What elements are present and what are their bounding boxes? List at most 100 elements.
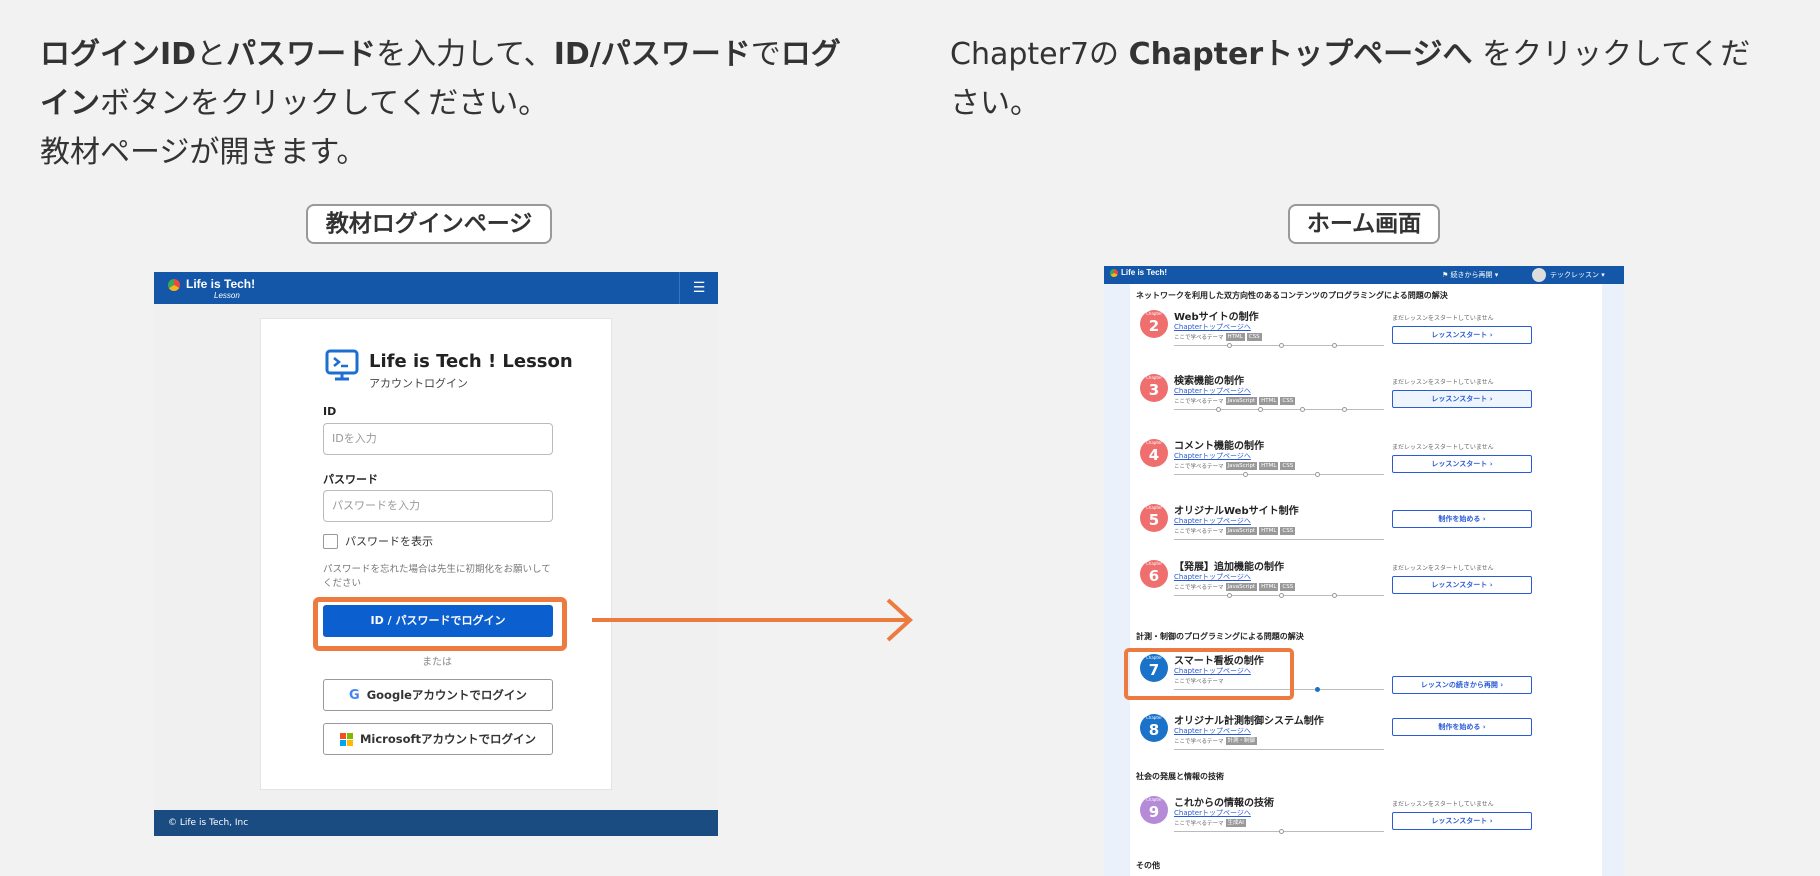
checkbox-box[interactable] — [323, 533, 338, 549]
progress-track — [1174, 539, 1384, 540]
section-heading: 社会の発展と情報の技術 — [1136, 772, 1224, 781]
chapter-top-page-link[interactable]: Chapterトップページへ — [1174, 726, 1251, 736]
microsoft-icon — [339, 732, 353, 746]
chapter-title: Webサイトの制作 — [1174, 312, 1259, 323]
forgot-password-note: パスワードを忘れた場合は先生に初期化をお願いしてください — [323, 564, 551, 589]
chapter-number-badge: Chapter 6 — [1140, 560, 1168, 588]
or-separator: または — [422, 657, 452, 668]
hamburger-menu-icon[interactable]: ☰ — [679, 272, 718, 304]
theme-tag: HTML — [1259, 527, 1279, 535]
instr-left-run: ログインID — [40, 37, 197, 72]
chapter-top-page-link[interactable]: Chapterトップページへ — [1174, 386, 1251, 396]
password-label: パスワード — [323, 473, 378, 486]
chapter-action-button[interactable]: レッスンスタート › — [1392, 576, 1532, 594]
theme-tag: CSS — [1280, 527, 1296, 535]
show-password-checkbox[interactable]: パスワードを表示 — [323, 533, 433, 549]
theme-tag: HTML — [1225, 333, 1245, 341]
login-logo[interactable]: Life is Tech! Lesson — [168, 277, 255, 300]
chapter-top-page-link[interactable]: Chapterトップページへ — [1174, 808, 1251, 818]
id-input[interactable]: IDを入力 — [323, 423, 553, 455]
section-heading: 計測・制御のプログラミングによる問題の解決 — [1136, 632, 1304, 641]
login-header: Life is Tech! Lesson ☰ — [154, 272, 718, 304]
progress-track — [1174, 407, 1384, 412]
home-header: Life is Tech! ⚑ 続きから再開 ▾ テックレッスン ▾ — [1104, 266, 1624, 284]
chapter-badge-label: Chapter — [1146, 561, 1162, 566]
section-heading: ネットワークを利用した双方向性のあるコンテンツのプログラミングによる問題の解決 — [1136, 291, 1448, 300]
chapter-number: 8 — [1148, 721, 1160, 739]
chapter-action-button[interactable]: 制作を始める › — [1392, 718, 1532, 736]
chapter-row: Chapter 8 オリジナル計測制御システム制作 Chapterトップページへ ここで… — [1130, 706, 1602, 766]
chapter-top-page-link[interactable]: Chapterトップページへ — [1174, 516, 1251, 526]
chapter-action-button[interactable]: レッスンスタート › — [1392, 390, 1532, 408]
progress-node — [1226, 343, 1232, 348]
home-screen-screenshot: Life is Tech! ⚑ 続きから再開 ▾ テックレッスン ▾ ネットワー… — [1104, 266, 1624, 876]
chapter-theme-prefix: ここで学べるテーマ — [1174, 335, 1224, 341]
theme-tag: CSS — [1246, 333, 1262, 341]
chapter-action-button[interactable]: レッスンスタート › — [1392, 455, 1532, 473]
caption-home-screen: ホーム画面 — [1288, 204, 1440, 244]
instr-left-run: ボタンをクリックしてください。 — [100, 86, 549, 121]
password-input[interactable]: パスワードを入力 — [323, 490, 553, 522]
chapter-number: 5 — [1148, 511, 1160, 529]
progress-node — [1331, 343, 1337, 348]
google-login-button[interactable]: G Googleアカウントでログイン — [323, 679, 553, 711]
chapter-number: 6 — [1148, 567, 1160, 585]
chapter-row: Chapter 5 オリジナルWebサイト制作 Chapterトップページへ ここで学べ… — [1130, 496, 1602, 556]
chapter-top-page-link[interactable]: Chapterトップページへ — [1174, 322, 1251, 332]
logo-mark-icon — [1110, 268, 1118, 277]
chapter-theme-prefix: ここで学べるテーマ — [1174, 399, 1224, 405]
progress-track — [1174, 593, 1384, 598]
instr-right-run: Chapter7の — [950, 37, 1129, 72]
theme-tag: JavaScript — [1225, 527, 1258, 535]
chapter-top-page-link[interactable]: Chapterトップページへ — [1174, 572, 1251, 582]
microsoft-login-button[interactable]: Microsoftアカウントでログイン — [323, 723, 553, 755]
chapter-theme: ここで学べるテーマ 生成AI — [1174, 819, 1246, 827]
chapter-top-page-link[interactable]: Chapterトップページへ — [1174, 451, 1251, 461]
chapter-action-button[interactable]: 制作を始める › — [1392, 510, 1532, 528]
chapter-row: Chapter 4 コメント機能の制作 Chapterトップページへ ここで学べるテーマ… — [1130, 431, 1602, 491]
home-logo[interactable]: Life is Tech! — [1110, 268, 1167, 277]
progress-node — [1300, 407, 1305, 412]
login-card: Life is Tech ! Lesson アカウントログイン ID IDを入力… — [260, 318, 612, 790]
progress-track — [1174, 472, 1384, 477]
instruction-right: Chapter7の Chapterトップページへ をクリックしてください。 — [950, 30, 1780, 128]
chapter-badge-label: Chapter — [1146, 311, 1162, 316]
chapter-theme-prefix: ここで学べるテーマ — [1174, 585, 1224, 591]
theme-tag: 生成AI — [1225, 819, 1246, 827]
chapter-title: オリジナル計測制御システム制作 — [1174, 716, 1324, 727]
chapter-action-button[interactable]: レッスンの続きから再開 › — [1392, 676, 1532, 694]
login-button-highlight — [313, 597, 567, 651]
instr-left-run: と — [196, 37, 227, 72]
progress-track — [1174, 749, 1384, 750]
chapter-action-button[interactable]: レッスンスタート › — [1392, 326, 1532, 344]
home-logo-text: Life is Tech! — [1121, 268, 1168, 277]
instr-left-run: を入力して、 — [376, 37, 554, 72]
chapter-theme-prefix: ここで学べるテーマ — [1174, 464, 1224, 470]
instr-left-line1: ログインIDとパスワードを入力して、ID/パスワードでログインボタンをクリックし… — [40, 37, 841, 121]
instr-left-run: で — [750, 37, 781, 72]
theme-tag: HTML — [1259, 583, 1279, 591]
section-heading: その他 — [1136, 861, 1160, 870]
avatar[interactable] — [1532, 268, 1546, 282]
progress-node — [1258, 407, 1263, 412]
progress-node — [1226, 593, 1232, 598]
chapter-theme: ここで学べるテーマ JavaScript HTML CSS — [1174, 527, 1296, 535]
chapter-number-badge: Chapter 4 — [1140, 439, 1168, 467]
progress-track — [1174, 829, 1384, 834]
progress-node — [1216, 407, 1221, 412]
progress-track — [1174, 343, 1384, 348]
progress-node — [1279, 343, 1284, 348]
google-login-label: Googleアカウントでログイン — [366, 688, 527, 702]
progress-node — [1279, 593, 1284, 598]
chapter-action-button[interactable]: レッスンスタート › — [1392, 812, 1532, 830]
user-menu[interactable]: テックレッスン ▾ — [1550, 270, 1605, 280]
progress-node — [1331, 593, 1337, 598]
theme-tag: JavaScript — [1225, 397, 1258, 405]
arrow-right-icon — [592, 598, 913, 642]
chapter-row: Chapter 3 検索機能の制作 Chapterトップページへ ここで学べるテーマ Ja… — [1130, 366, 1602, 426]
chapter-number-badge: Chapter 8 — [1140, 714, 1168, 742]
resume-menu[interactable]: ⚑ 続きから再開 ▾ — [1442, 270, 1498, 280]
chapter-theme: ここで学べるテーマ JavaScript HTML CSS — [1174, 462, 1296, 470]
chapter-number-badge: Chapter 9 — [1140, 796, 1168, 824]
instr-right-run: Chapterトップページへ — [1128, 37, 1473, 72]
